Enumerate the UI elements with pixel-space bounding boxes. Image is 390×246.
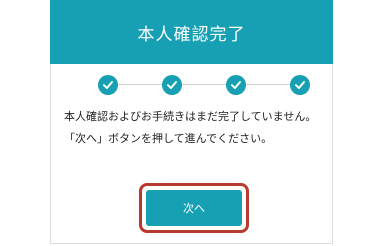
check-icon <box>295 81 305 89</box>
card-header: 本人確認完了 <box>50 0 333 64</box>
step-connector <box>118 84 162 85</box>
instruction-message: 本人確認およびお手続きはまだ完了していません。「次へ」ボタンを押して進んでくださ… <box>64 110 317 145</box>
next-button[interactable]: 次へ <box>146 190 242 226</box>
step-1 <box>98 75 118 95</box>
check-icon <box>167 81 177 89</box>
progress-stepper <box>98 75 310 95</box>
page-title: 本人確認完了 <box>137 24 246 45</box>
step-3 <box>226 75 246 95</box>
step-2 <box>162 75 182 95</box>
step-4 <box>290 75 310 95</box>
check-icon <box>103 81 113 89</box>
step-connector <box>246 84 290 85</box>
check-icon <box>231 81 241 89</box>
step-connector <box>182 84 226 85</box>
